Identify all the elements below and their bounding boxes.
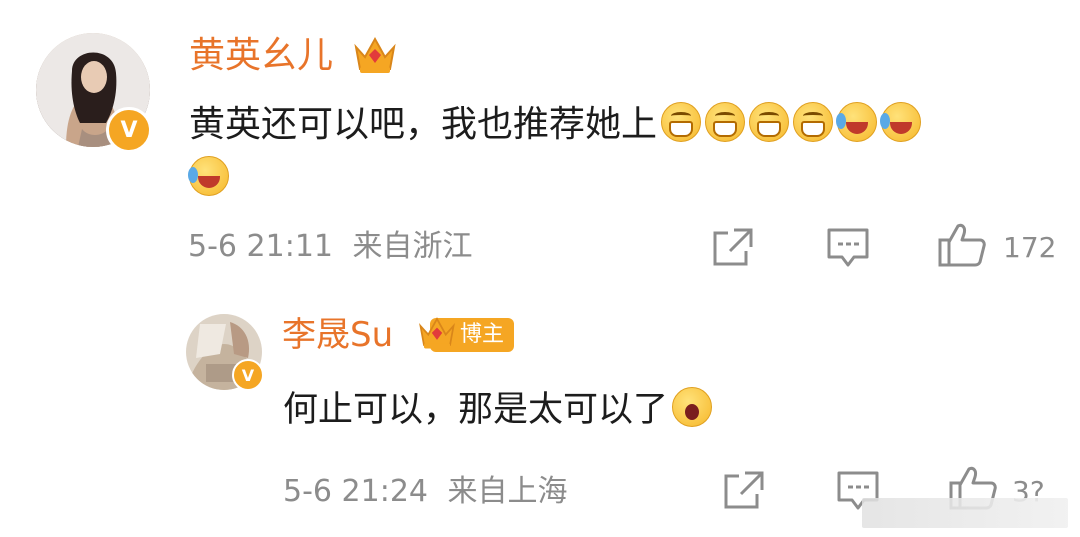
- scream-icon: [672, 387, 713, 427]
- watermark-overlay: [862, 498, 1068, 528]
- laugh-cry-icon: [188, 156, 229, 196]
- comment-text-line-1: 何止可以，那是太可以了: [283, 387, 713, 430]
- thumbs-up-icon: [938, 223, 986, 267]
- share-icon: [724, 471, 764, 509]
- share-icon: [713, 228, 753, 266]
- comment-text: 黄英还可以吧，我也推荐她上: [189, 104, 658, 145]
- laugh-cry-icon: [880, 102, 922, 142]
- grin-icon: [793, 102, 834, 142]
- crown-vip-icon: [352, 33, 398, 79]
- grin-icon: [661, 102, 702, 142]
- share-button[interactable]: [723, 470, 765, 514]
- comment-item: V 黄英幺儿 黄英还可以吧，我也推荐她上 5-6 21:11 来自浙江 172: [0, 0, 1080, 290]
- comment-text-line-1: 黄英还可以吧，我也推荐她上: [189, 102, 922, 145]
- username[interactable]: 李晟Su: [282, 318, 393, 352]
- comment-icon: [827, 228, 869, 267]
- timestamp: 5-6 21:11: [188, 229, 333, 264]
- grin-icon: [749, 102, 790, 142]
- timestamp: 5-6 21:24: [283, 474, 428, 509]
- location: 来自上海: [447, 474, 568, 509]
- share-button[interactable]: [712, 227, 754, 271]
- comment-meta: 5-6 21:11 来自浙江: [188, 232, 473, 262]
- comment-meta: 5-6 21:24 来自上海: [283, 477, 568, 507]
- location: 来自浙江: [352, 229, 473, 264]
- laugh-cry-icon: [836, 102, 878, 142]
- verified-badge-icon: V: [232, 359, 264, 391]
- username[interactable]: 黄英幺儿: [189, 38, 333, 74]
- comment-text-line-2: [185, 156, 229, 197]
- crown-vip-icon: [417, 313, 457, 355]
- grin-icon: [705, 102, 746, 142]
- comment-reply-button[interactable]: [826, 227, 870, 273]
- comment-text: 何止可以，那是太可以了: [283, 390, 669, 430]
- like-button[interactable]: [937, 222, 987, 272]
- verified-badge-icon: V: [106, 107, 152, 153]
- like-count: 172: [1003, 231, 1057, 264]
